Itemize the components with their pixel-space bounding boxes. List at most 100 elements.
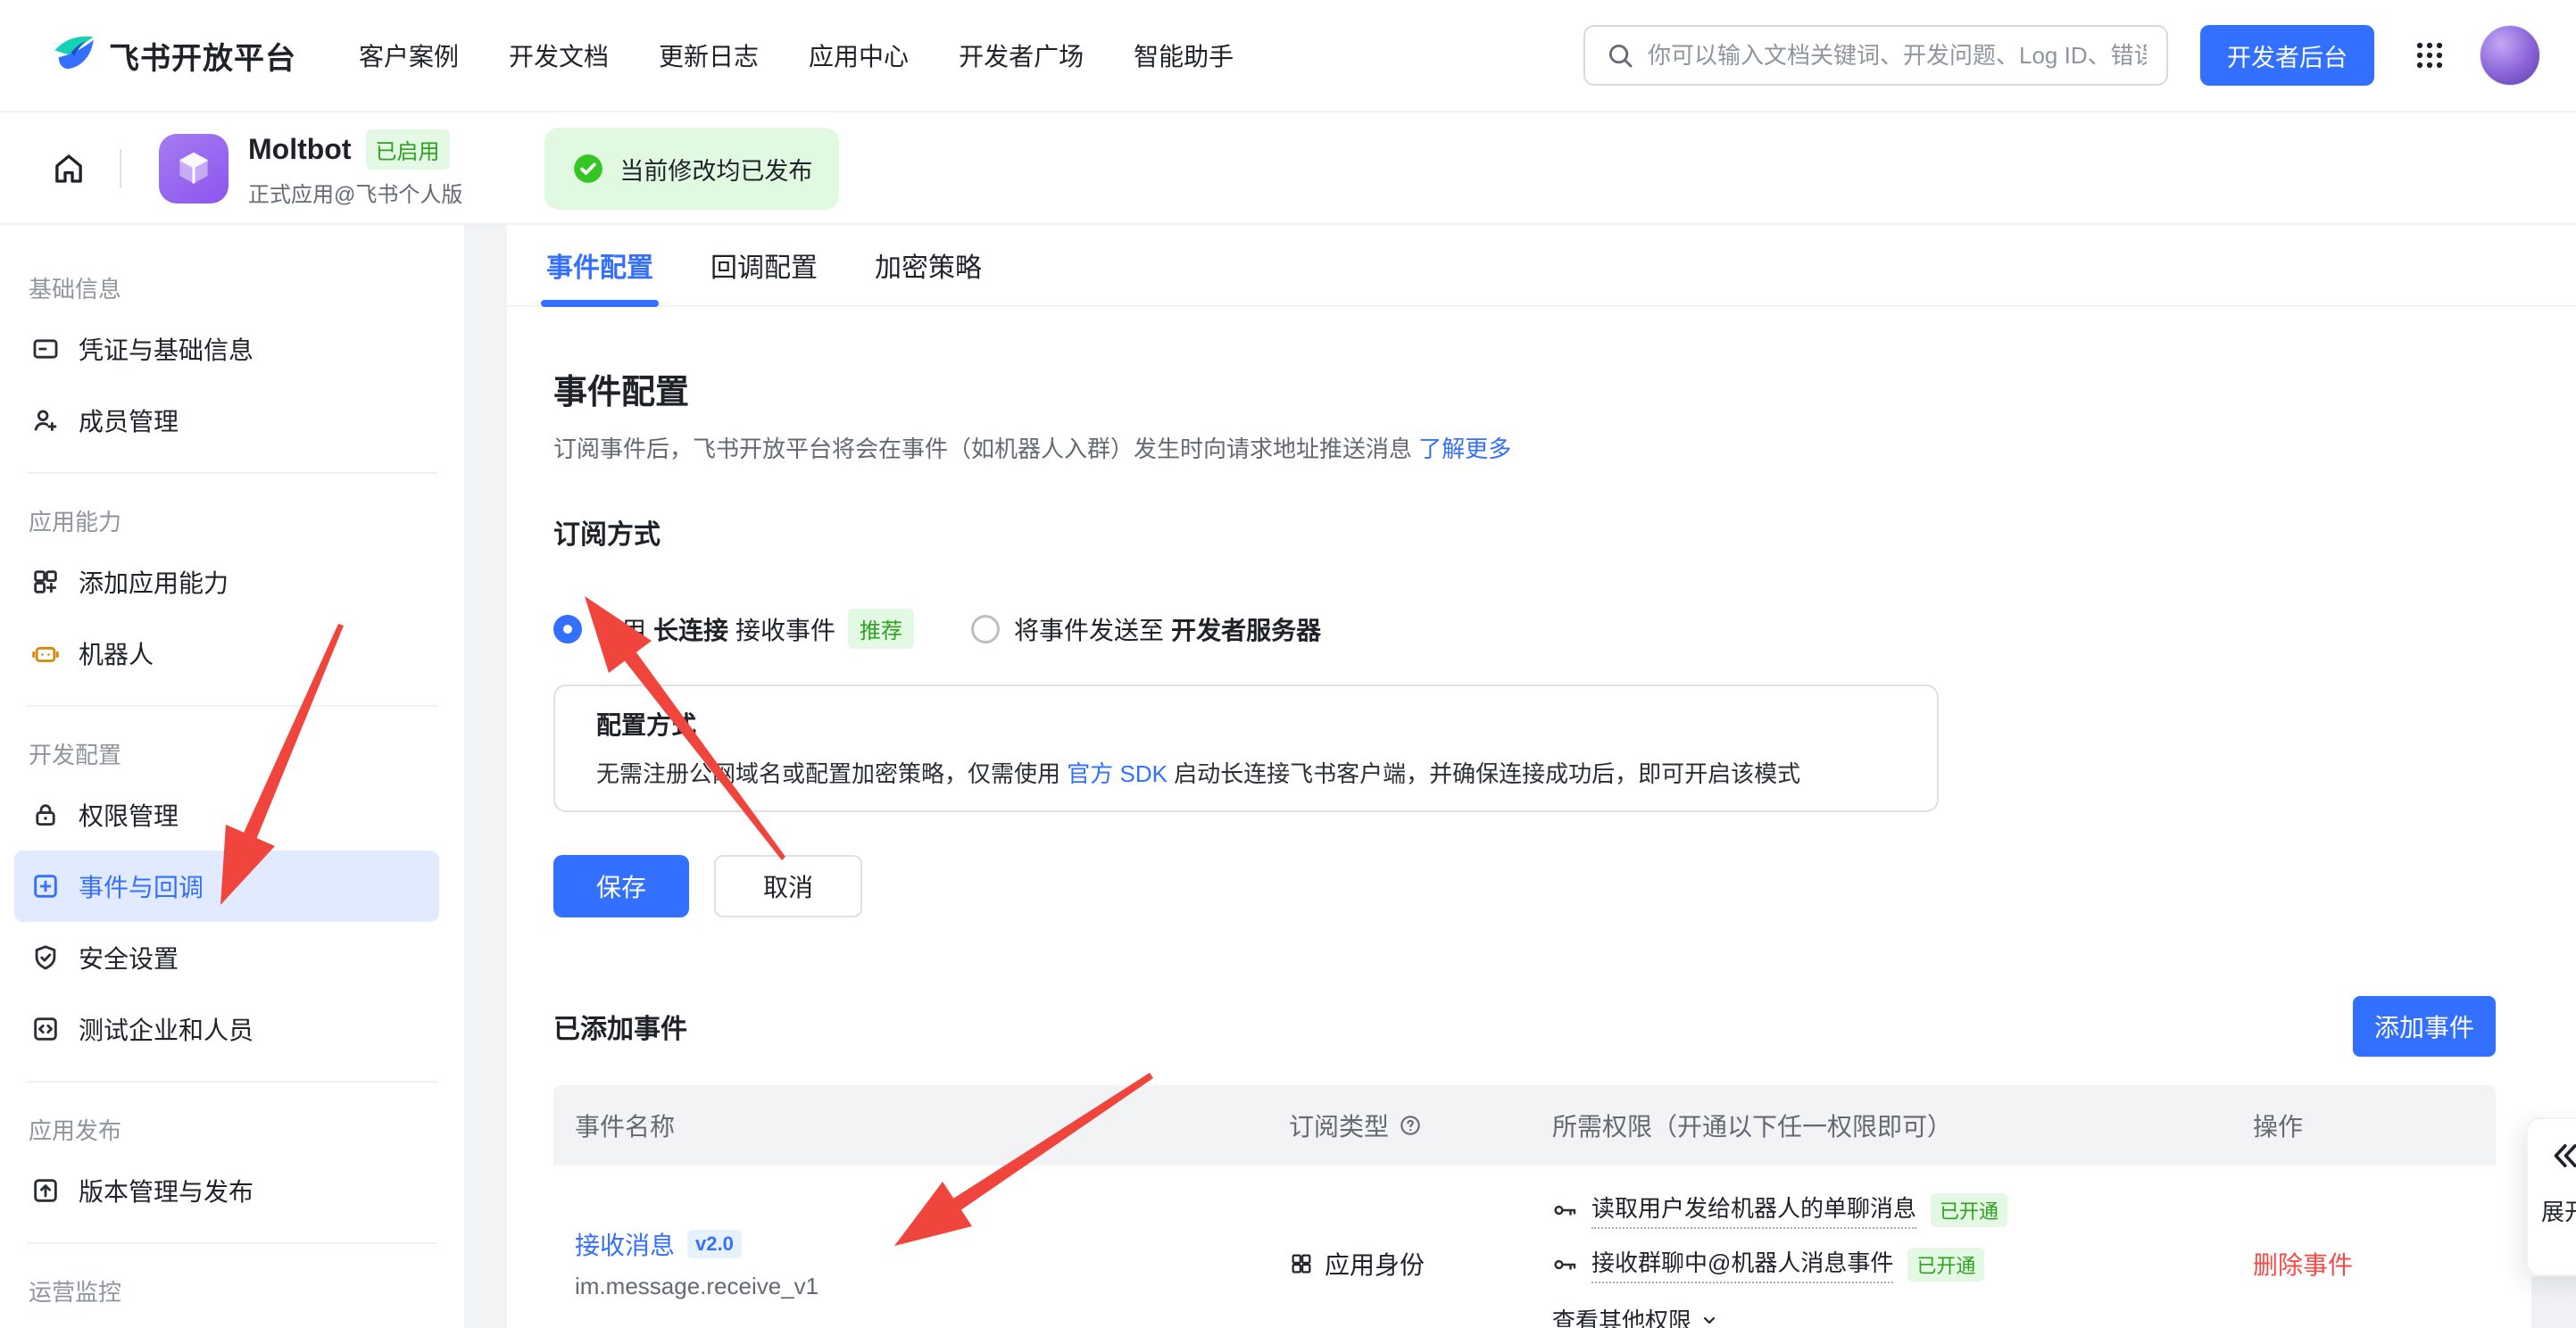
radio-long-connection[interactable]	[553, 615, 582, 643]
sidebar-item-permissions[interactable]: 权限管理	[14, 779, 439, 851]
apps-grid-icon[interactable]	[2410, 36, 2449, 75]
sidebar-item-members[interactable]: 成员管理	[14, 385, 439, 456]
app-name: Moltbot	[248, 133, 352, 166]
app-status-badge: 已启用	[366, 129, 450, 170]
delete-event-button[interactable]: 删除事件	[2253, 1246, 2474, 1282]
code-brackets-icon	[30, 1014, 61, 1044]
sidebar-item-label: 安全设置	[79, 940, 179, 975]
home-icon[interactable]	[50, 150, 87, 187]
divider	[120, 149, 121, 188]
brand-title: 飞书开放平台	[109, 34, 296, 78]
brand[interactable]: 飞书开放平台	[50, 32, 296, 79]
config-method-title: 配置方式	[596, 706, 1896, 742]
sidebar-item-label: 凭证与基础信息	[79, 331, 253, 367]
learn-more-link[interactable]: 了解更多	[1418, 436, 1511, 462]
nav-link-changelog[interactable]: 更新日志	[659, 37, 759, 73]
radio-developer-server[interactable]	[971, 615, 1000, 643]
added-events-header: 已添加事件 添加事件	[553, 996, 2496, 1057]
form-actions: 保存 取消	[553, 855, 2576, 917]
app-icon[interactable]	[159, 134, 229, 203]
event-name-link[interactable]: 接收消息	[575, 1226, 675, 1262]
subscribe-mode-title: 订阅方式	[553, 512, 2576, 552]
top-navbar: 飞书开放平台 客户案例 开发文档 更新日志 应用中心 开发者广场 智能助手 开发…	[0, 0, 2576, 112]
nav-link-docs[interactable]: 开发文档	[509, 37, 609, 73]
version-badge: v2.0	[687, 1230, 742, 1258]
events-table-header: 事件名称 订阅类型 所需权限（开通以下任一权限即可） 操作	[553, 1085, 2496, 1166]
nav-links: 客户案例 开发文档 更新日志 应用中心 开发者广场 智能助手	[359, 37, 1234, 73]
sub-type-cell: 应用身份	[1289, 1191, 1552, 1328]
column-header-permissions: 所需权限（开通以下任一权限即可）	[1552, 1108, 2253, 1143]
divider	[27, 1081, 437, 1083]
expand-drawer-button[interactable]: 展开	[2526, 1117, 2576, 1276]
robot-icon	[30, 638, 61, 668]
config-body-text: 启动长连接飞书客户端，并确保连接成功后，即可开启该模式	[1174, 760, 1800, 787]
sidebar-section-monitoring: 运营监控	[29, 1274, 464, 1307]
check-circle-icon	[571, 152, 605, 186]
sidebar-item-events-callbacks[interactable]: 事件与回调	[14, 851, 439, 922]
label-seg: 使用	[596, 611, 646, 647]
divider	[27, 705, 437, 707]
view-more-permissions[interactable]: 查看其他权限	[1552, 1303, 2253, 1328]
nav-link-cases[interactable]: 客户案例	[359, 37, 459, 73]
sidebar-item-label: 添加应用能力	[79, 564, 229, 600]
nav-link-dev-plaza[interactable]: 开发者广场	[959, 37, 1084, 73]
search-icon	[1605, 40, 1635, 71]
subscribe-mode-options: 使用 长连接 接收事件 推荐 将事件发送至 开发者服务器	[553, 609, 2576, 649]
sidebar: 基础信息 凭证与基础信息 成员管理 应用能力	[0, 225, 464, 1328]
column-header-sub-type: 订阅类型	[1289, 1108, 1552, 1143]
permission-granted-badge: 已开通	[1907, 1248, 1984, 1282]
event-callback-icon	[30, 871, 61, 901]
sidebar-item-label: 成员管理	[79, 403, 179, 438]
tab-callback-config[interactable]: 回调配置	[710, 225, 818, 305]
app-subtitle: 正式应用@飞书个人版	[248, 177, 462, 208]
table-row: 接收消息 v2.0 im.message.receive_v1	[553, 1166, 2496, 1328]
event-config-panel: 事件配置 订阅事件后，飞书开放平台将会在事件（如机器人入群）发生时向请求地址推送…	[507, 364, 2576, 1328]
sidebar-item-security[interactable]: 安全设置	[14, 922, 439, 993]
user-avatar[interactable]	[2480, 25, 2540, 86]
sidebar-item-test-org[interactable]: 测试企业和人员	[14, 993, 439, 1065]
events-table: 事件名称 订阅类型 所需权限（开通以下任一权限即可） 操作	[553, 1085, 2496, 1328]
cancel-button[interactable]: 取消	[714, 855, 862, 917]
label-seg: 接收事件	[735, 611, 835, 647]
nav-link-app-center[interactable]: 应用中心	[809, 37, 909, 73]
question-circle-icon[interactable]	[1398, 1113, 1423, 1138]
official-sdk-link[interactable]: 官方 SDK	[1067, 760, 1168, 787]
radio-developer-server-label: 将事件发送至 开发者服务器	[1014, 611, 1328, 647]
page-title: 事件配置	[553, 364, 2576, 413]
sidebar-item-label: 权限管理	[79, 797, 179, 833]
page-background-patch	[2531, 1276, 2576, 1328]
permission-granted-badge: 已开通	[1931, 1193, 2007, 1227]
feishu-open-platform-console: 飞书开放平台 客户案例 开发文档 更新日志 应用中心 开发者广场 智能助手 开发…	[0, 0, 2576, 1328]
feishu-logo-icon	[50, 32, 96, 79]
config-body-text: 无需注册公网域名或配置加密策略，仅需使用	[596, 760, 1060, 787]
search-input[interactable]	[1648, 42, 2147, 70]
sidebar-section-capabilities: 应用能力	[29, 504, 464, 537]
sidebar-item-add-capability[interactable]: 添加应用能力	[14, 546, 439, 618]
event-name-cell: 接收消息 v2.0 im.message.receive_v1	[575, 1191, 1289, 1328]
sidebar-item-label: 测试企业和人员	[79, 1011, 253, 1047]
add-event-button[interactable]: 添加事件	[2353, 996, 2496, 1057]
global-search[interactable]	[1583, 25, 2168, 86]
id-card-icon	[30, 334, 61, 364]
permission-name[interactable]: 读取用户发给机器人的单聊消息	[1591, 1191, 1916, 1229]
app-header-bar: Moltbot 已启用 正式应用@飞书个人版 当前修改均已发布	[0, 114, 2576, 225]
developer-console-button[interactable]: 开发者后台	[2200, 25, 2374, 86]
double-chevron-left-icon	[2547, 1139, 2576, 1173]
sidebar-item-label: 版本管理与发布	[79, 1173, 253, 1208]
key-icon	[1552, 1197, 1579, 1224]
sidebar-item-credentials[interactable]: 凭证与基础信息	[14, 313, 439, 385]
permission-name[interactable]: 接收群聊中@机器人消息事件	[1591, 1245, 1893, 1283]
lock-icon	[30, 800, 61, 830]
member-add-icon	[30, 405, 61, 436]
config-method-box: 配置方式 无需注册公网域名或配置加密策略，仅需使用 官方 SDK 启动长连接飞书…	[553, 685, 1939, 812]
sidebar-item-label: 事件与回调	[79, 868, 204, 904]
sidebar-item-version-release[interactable]: 版本管理与发布	[14, 1155, 439, 1226]
divider	[27, 1242, 437, 1244]
sidebar-item-bot[interactable]: 机器人	[14, 618, 439, 689]
save-button[interactable]: 保存	[553, 855, 689, 917]
column-header-label: 订阅类型	[1289, 1108, 1389, 1143]
tab-encryption-strategy[interactable]: 加密策略	[875, 225, 982, 305]
nav-link-assistant[interactable]: 智能助手	[1134, 37, 1234, 73]
label-seg-bold: 长连接	[653, 611, 728, 647]
tab-event-config[interactable]: 事件配置	[546, 225, 653, 305]
